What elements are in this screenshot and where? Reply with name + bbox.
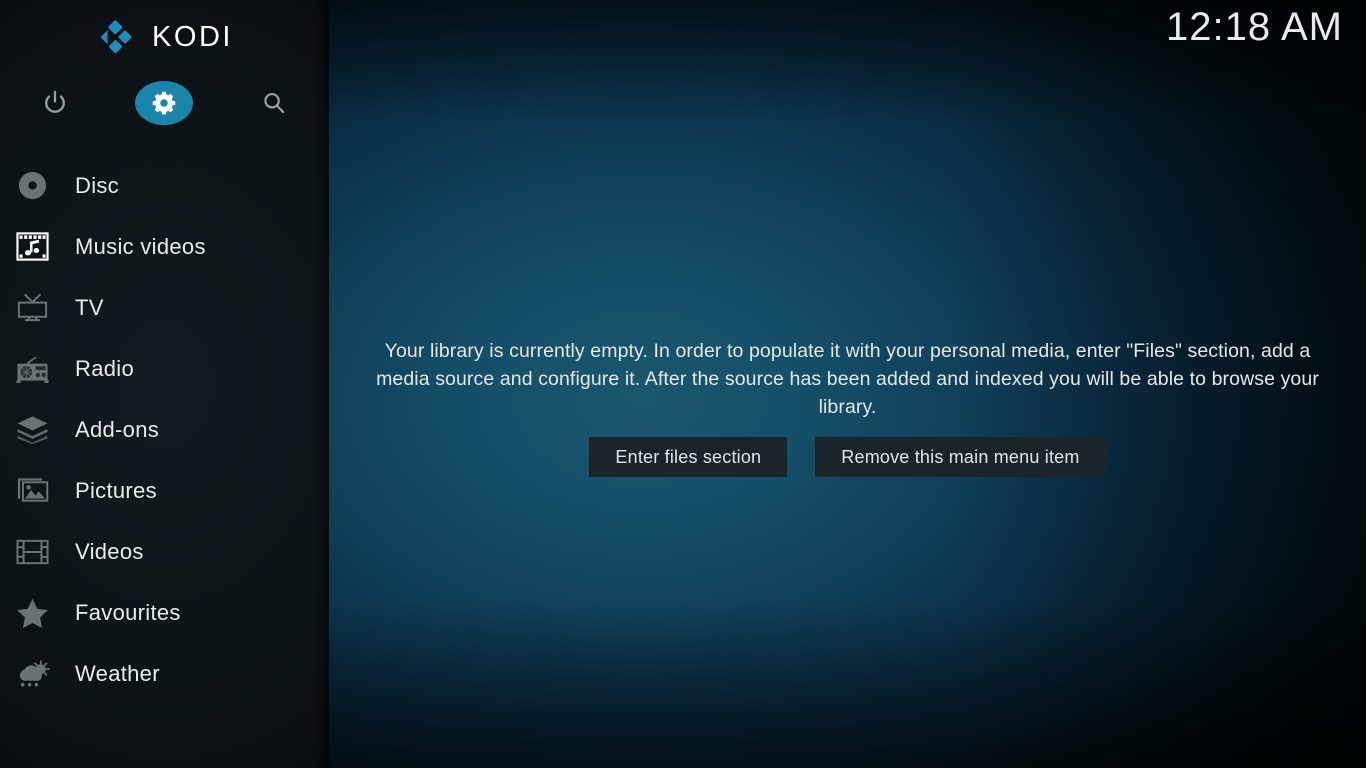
- sidebar-item-label: TV: [75, 294, 104, 320]
- sidebar-item-radio[interactable]: Radio: [0, 338, 329, 399]
- sidebar-top-actions: [0, 74, 329, 132]
- search-button[interactable]: [219, 74, 329, 132]
- sidebar-item-label: Radio: [75, 355, 134, 381]
- kodi-home-screen: KODI Disc Music videos TV Radio Add-ons …: [0, 0, 1366, 768]
- sidebar-item-label: Videos: [75, 538, 144, 564]
- sidebar: KODI Disc Music videos TV Radio Add-ons …: [0, 0, 329, 768]
- sidebar-item-pictures[interactable]: Pictures: [0, 460, 329, 521]
- sidebar-item-label: Weather: [75, 660, 160, 686]
- sidebar-item-label: Add-ons: [75, 416, 160, 442]
- radio-icon: [11, 348, 53, 390]
- clock: 12:18 AM: [1165, 5, 1343, 49]
- music-videos-icon: [11, 226, 53, 268]
- weather-icon: [11, 653, 53, 695]
- disc-icon: [11, 165, 53, 207]
- sidebar-item-label: Music videos: [75, 233, 206, 259]
- pictures-icon: [11, 470, 53, 512]
- main-content: 12:18 AM Your library is currently empty…: [329, 0, 1366, 768]
- sidebar-item-label: Pictures: [75, 477, 157, 503]
- sidebar-item-videos[interactable]: Videos: [0, 521, 329, 582]
- sidebar-item-tv[interactable]: TV: [0, 277, 329, 338]
- addons-icon: [11, 409, 53, 451]
- sidebar-item-label: Favourites: [75, 599, 181, 625]
- brand-name: KODI: [152, 20, 233, 53]
- empty-library-message: Your library is currently empty. In orde…: [376, 340, 1319, 418]
- settings-button[interactable]: [110, 74, 220, 132]
- empty-library-actions: Enter files section Remove this main men…: [329, 437, 1366, 477]
- sidebar-menu: Disc Music videos TV Radio Add-ons Pictu…: [0, 155, 329, 704]
- videos-icon: [11, 531, 53, 573]
- sidebar-item-favourites[interactable]: Favourites: [0, 582, 329, 643]
- brand-logo: KODI: [0, 0, 329, 74]
- remove-main-menu-item-button[interactable]: Remove this main menu item: [815, 437, 1106, 477]
- power-button[interactable]: [0, 74, 110, 132]
- enter-files-section-button[interactable]: Enter files section: [589, 437, 788, 477]
- tv-icon: [11, 287, 53, 329]
- power-icon: [44, 90, 65, 113]
- star-icon: [11, 592, 53, 634]
- sidebar-item-label: Disc: [75, 172, 119, 198]
- sidebar-item-weather[interactable]: Weather: [0, 643, 329, 704]
- kodi-logo-icon: [96, 17, 136, 57]
- search-icon: [264, 92, 285, 114]
- sidebar-item-music-videos[interactable]: Music videos: [0, 216, 329, 277]
- sidebar-item-disc[interactable]: Disc: [0, 155, 329, 216]
- gear-icon: [153, 91, 176, 115]
- empty-library-panel: Your library is currently empty. In orde…: [329, 337, 1366, 477]
- sidebar-item-add-ons[interactable]: Add-ons: [0, 399, 329, 460]
